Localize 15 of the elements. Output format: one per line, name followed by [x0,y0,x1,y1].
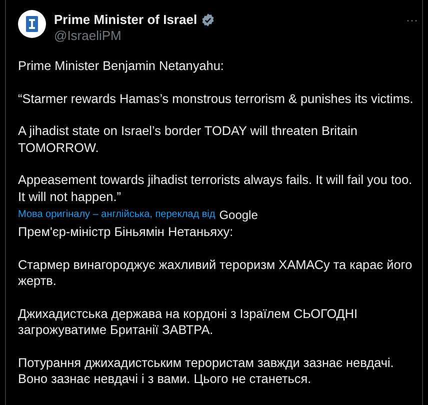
tweet-paragraph: A jihadist state on Israel’s border TODAY will threaten Britain TOMORROW. [18,123,358,156]
verified-badge-icon [201,13,216,27]
author-name[interactable]: Prime Minister of Israel [54,12,198,28]
tweet-paragraph: Appeasement towards jihadist terrorists always fails. It will fail you too. It will not happen.” [18,172,414,205]
tweet-paragraph: Потурання джихадистським терористам завжди зазнає невдачі. Воно зазнає невдачі і з вами. Цього не станеться. [18,354,395,388]
tweet-paragraph: Джихадистська держава на кордоні з Ізраїлем СЬОГОДНІ загрожуватиме Британії ЗАВТРА. [18,306,359,338]
emblem-avatar-icon[interactable] [18,10,46,38]
tweet-paragraph: Prime Minister Benjamin Netanyahu: [18,58,225,74]
more-button[interactable]: ··· [406,10,418,26]
tweet-paragraph: Прем'єр-міністр Біньямін Нетаньяху: [18,224,234,240]
provider-name: Google [219,208,258,222]
tweet-paragraph: Стармер винагороджує жахливий тероризм ХАМАСу та карає його жертв. [18,256,414,290]
tweet-paragraph: “Starmer rewards Hamas’s monstrous terrorism & punishes its victims. [18,90,414,107]
translation-notice-link[interactable]: Мова оригіналу – англійська, переклад від [18,208,216,222]
author-handle[interactable]: @IsraeliPM [54,28,398,44]
